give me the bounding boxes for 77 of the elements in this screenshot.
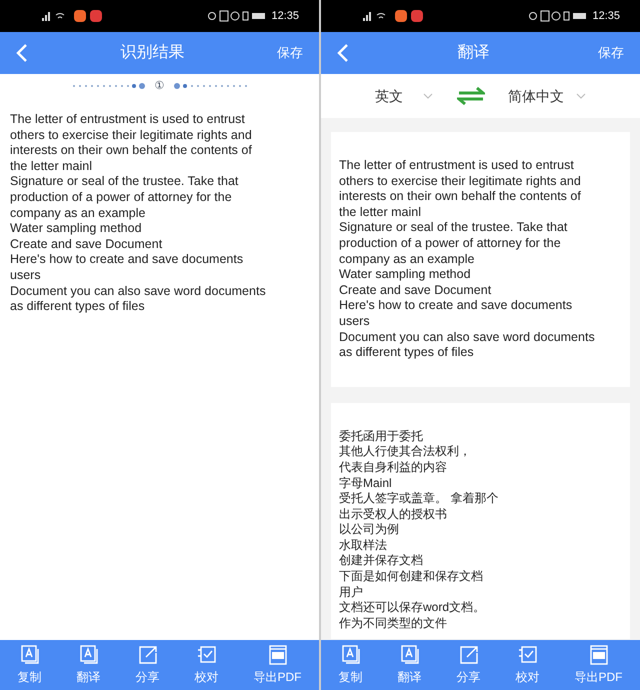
text-line: Signature or seal of the trustee. Take that xyxy=(339,220,568,236)
toolbar-button[interactable]: 校对 xyxy=(516,644,540,686)
back-icon[interactable] xyxy=(16,43,28,63)
toolbar-button[interactable]: 分享 xyxy=(456,644,480,686)
text-line: 字母Mainl xyxy=(339,476,393,492)
toolbar-button[interactable]: 复制 xyxy=(18,644,42,686)
app-notification-icon xyxy=(90,10,102,22)
text-line: company as an example xyxy=(339,252,476,268)
text-line: Create and save Document xyxy=(339,282,492,298)
share-icon xyxy=(136,644,158,666)
text-line: as different types of files xyxy=(10,299,146,315)
app-notification-icon xyxy=(74,10,86,22)
document-icon xyxy=(398,644,420,666)
document-icon xyxy=(78,644,100,666)
text-line: others to exercise their legitimate rights and xyxy=(10,128,253,144)
text-line: production of a power of attorney for the xyxy=(10,190,233,206)
screen-title: 识别结果 xyxy=(120,42,184,63)
text-line: 创建并保存文档 xyxy=(339,553,424,570)
page-number: ① xyxy=(154,78,164,94)
text-line: company as an example xyxy=(10,206,146,222)
status-icons-drawing xyxy=(528,10,588,22)
text-line: 水取样法 xyxy=(339,538,388,554)
app-notification-icon xyxy=(395,10,407,22)
document-icon xyxy=(18,644,40,666)
status-time: 12:35 xyxy=(592,8,620,24)
text-line: the letter mainl xyxy=(10,158,93,174)
screen-title: 翻译 xyxy=(458,43,490,63)
text-line: production of a power of attorney for the xyxy=(339,236,562,252)
text-line: as different types of files xyxy=(339,345,475,361)
toolbar-button[interactable]: 导出PDF xyxy=(574,644,622,686)
text-line: Signature or seal of the trustee. Take that xyxy=(10,174,240,190)
target-language-dropdown[interactable]: 简体中文 xyxy=(508,86,586,106)
text-line: users xyxy=(10,268,42,284)
text-line: 受托人签字或盖章。 拿着那个 xyxy=(339,491,500,507)
save-button[interactable]: 保存 xyxy=(277,43,303,63)
text-line: The letter of entrustment is used to entrust xyxy=(339,158,575,174)
text-line: 出示受权人的授权书 xyxy=(339,506,448,522)
status-time: 12:35 xyxy=(271,8,299,24)
toolbar-button[interactable]: 翻译 xyxy=(398,644,422,686)
pdf-icon xyxy=(266,644,288,666)
text-line: Document you can also save word documents xyxy=(10,284,267,300)
text-line: 作为不同类型的文件 xyxy=(339,616,448,632)
document-icon xyxy=(340,644,362,666)
text-line: 代表自身利益的内容 xyxy=(339,460,448,476)
text-line: The letter of entrustment is used to entrust xyxy=(10,112,246,128)
text-line: the letter mainl xyxy=(339,204,422,220)
toolbar-button[interactable]: 分享 xyxy=(136,644,160,686)
text-line: 下面是如何创建和保存文档 xyxy=(339,569,484,585)
text-line: 以公司为例 xyxy=(339,522,400,538)
back-icon[interactable] xyxy=(337,43,349,63)
toolbar-button[interactable]: 翻译 xyxy=(76,644,100,686)
status-icons-drawing xyxy=(207,10,268,22)
text-line: interests on their own behalf the contents of xyxy=(10,143,253,159)
swap-icon[interactable] xyxy=(456,86,484,106)
text-line: Create and save Document xyxy=(10,236,164,252)
text-line: interests on their own behalf the contents of xyxy=(339,189,582,205)
text-line: Water sampling method xyxy=(10,221,143,237)
source-language-dropdown[interactable]: 英文 xyxy=(375,86,433,106)
text-line: 文档还可以保存word文档。 xyxy=(339,600,486,616)
text-line: 委托函用于委托 xyxy=(339,428,424,444)
toolbar-button[interactable]: 导出PDF xyxy=(254,644,302,686)
chevron-down-icon xyxy=(576,93,586,99)
text-line: Here's how to create and save documents xyxy=(10,252,244,268)
toolbar-button[interactable]: 复制 xyxy=(338,644,362,686)
text-line: Water sampling method xyxy=(339,267,472,283)
text-line: Here's how to create and save documents xyxy=(339,298,574,314)
text-line: 其他人行使其合法权利， xyxy=(339,444,472,460)
text-line: Document you can also save word documents xyxy=(339,330,596,346)
text-line: 用户 xyxy=(339,584,364,600)
toolbar-button[interactable]: 校对 xyxy=(194,644,218,686)
chevron-down-icon xyxy=(423,93,433,99)
share-icon xyxy=(458,644,480,666)
app-notification-icon xyxy=(411,10,423,22)
save-button[interactable]: 保存 xyxy=(598,43,624,63)
text-line: users xyxy=(339,314,371,330)
text-line: others to exercise their legitimate rights and xyxy=(339,174,582,190)
pdf-icon xyxy=(588,644,610,666)
